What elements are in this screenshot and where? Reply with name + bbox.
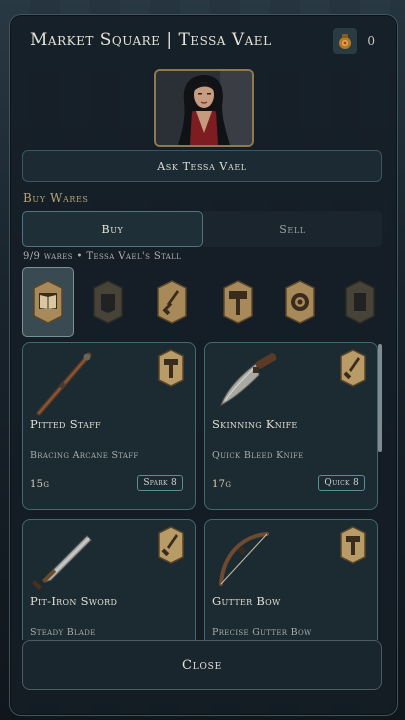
item-price: 17g bbox=[212, 479, 232, 490]
tome-icon bbox=[33, 280, 63, 324]
item-card[interactable]: Pitted Staff Bracing Arcane Staff 15g Sp… bbox=[22, 342, 196, 510]
item-subtitle: Bracing Arcane Staff bbox=[30, 450, 139, 461]
tab-sell[interactable]: Sell bbox=[203, 211, 382, 247]
item-stat-tag: Spark 8 bbox=[137, 475, 183, 491]
wares-scrollbar[interactable] bbox=[378, 344, 382, 452]
armor-icon bbox=[93, 280, 123, 324]
filter-dagger[interactable] bbox=[146, 267, 198, 337]
filter-shield[interactable] bbox=[274, 267, 326, 337]
dagger-icon bbox=[157, 280, 187, 324]
hammer-badge-icon bbox=[157, 349, 185, 387]
ask-merchant-button[interactable]: Ask Tessa Vael bbox=[22, 150, 382, 182]
sword-icon bbox=[29, 526, 99, 596]
filter-armor[interactable] bbox=[82, 267, 134, 337]
filter-misc[interactable] bbox=[334, 267, 382, 337]
hammer-icon bbox=[223, 280, 253, 324]
item-card[interactable]: Gutter Bow Precise Gutter Bow bbox=[204, 519, 378, 640]
bow-icon bbox=[211, 526, 281, 596]
wares-count: 9/9 wares • Tessa Vael's Stall bbox=[23, 251, 182, 262]
section-label: Buy Wares bbox=[23, 191, 89, 205]
close-button[interactable]: Close bbox=[22, 640, 382, 690]
item-name: Gutter Bow bbox=[212, 594, 281, 608]
item-card[interactable]: Skinning Knife Quick Bleed Knife 17g Qui… bbox=[204, 342, 378, 510]
filter-hammer[interactable] bbox=[212, 267, 264, 337]
item-name: Pitted Staff bbox=[30, 417, 101, 431]
item-name: Pit-Iron Sword bbox=[30, 594, 118, 608]
item-name: Skinning Knife bbox=[212, 417, 298, 431]
dagger-badge-icon bbox=[157, 526, 185, 564]
knife-icon bbox=[211, 349, 281, 419]
item-price: 15g bbox=[30, 479, 50, 490]
shop-header: Market Square | Tessa Vael 0 bbox=[20, 28, 385, 58]
item-stat-tag: Quick 8 bbox=[318, 475, 365, 491]
shield-icon bbox=[285, 280, 315, 324]
merchant-portrait bbox=[154, 69, 254, 147]
item-card[interactable]: Pit-Iron Sword Steady Blade bbox=[22, 519, 196, 640]
filter-tome[interactable] bbox=[22, 267, 74, 337]
wares-grid: Pitted Staff Bracing Arcane Staff 15g Sp… bbox=[22, 342, 380, 640]
item-subtitle: Quick Bleed Knife bbox=[212, 450, 304, 461]
dagger-badge-icon bbox=[339, 349, 367, 387]
shop-title: Market Square | Tessa Vael bbox=[30, 30, 272, 50]
misc-icon bbox=[345, 280, 375, 324]
coin-count: 0 bbox=[367, 34, 375, 48]
category-filter-bar bbox=[22, 267, 382, 339]
tab-buy[interactable]: Buy bbox=[22, 211, 203, 247]
item-subtitle: Steady Blade bbox=[30, 627, 96, 638]
coin-pouch-icon bbox=[333, 28, 357, 54]
staff-icon bbox=[29, 349, 99, 419]
item-subtitle: Precise Gutter Bow bbox=[212, 627, 312, 638]
hammer-badge-icon bbox=[339, 526, 367, 564]
trade-tabs: Buy Sell bbox=[22, 211, 382, 247]
